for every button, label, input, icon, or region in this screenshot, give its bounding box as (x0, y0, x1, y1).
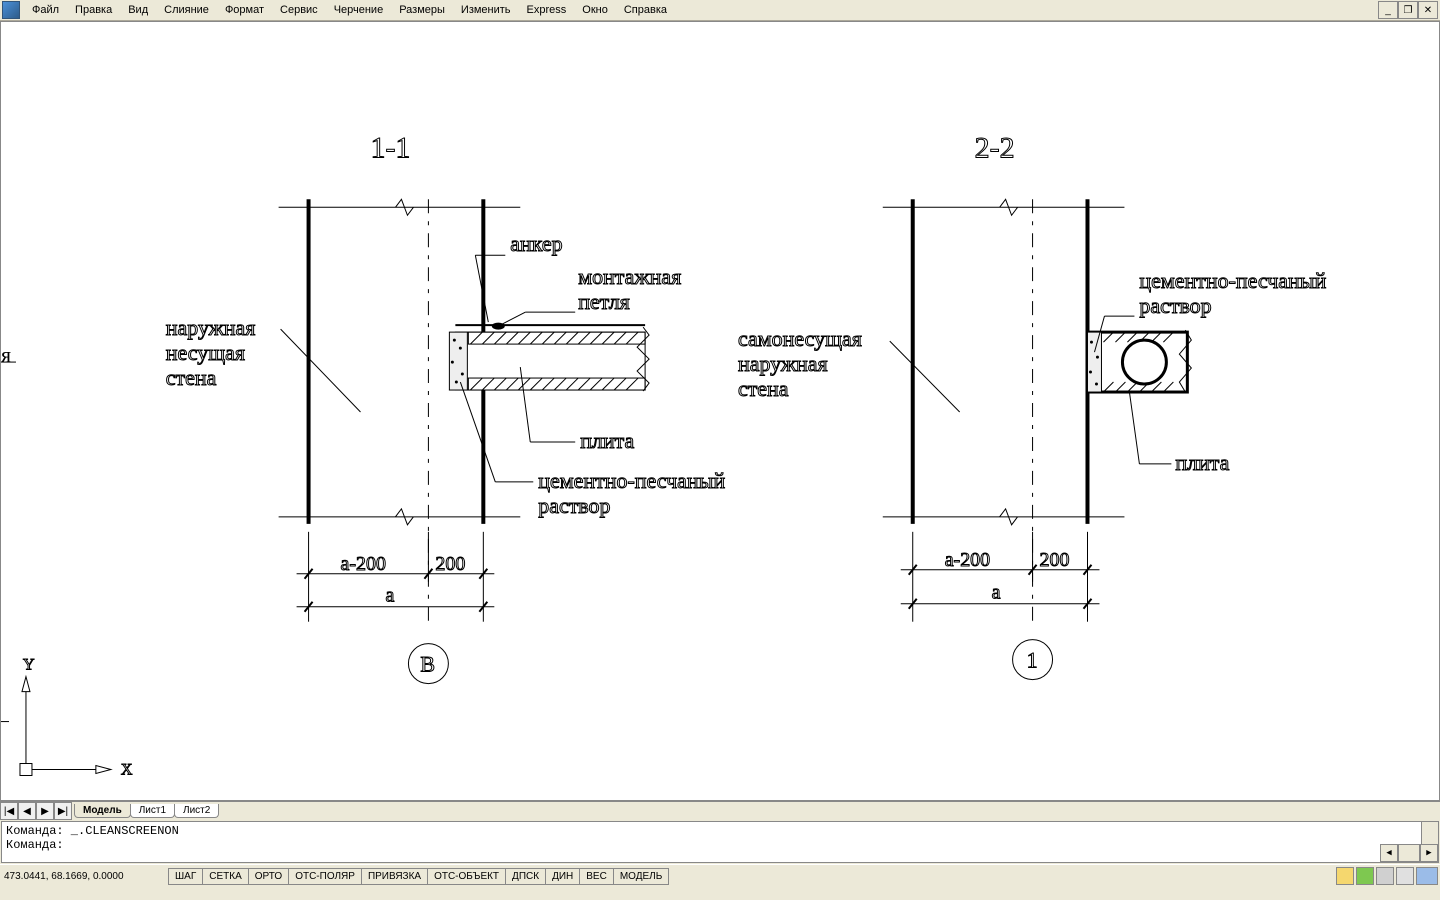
tab-nav-first[interactable]: |◀ (0, 802, 18, 820)
ucs-icon: Y X (1, 362, 133, 778)
menu-express[interactable]: Express (519, 2, 575, 18)
svg-text:наружная: наружная (738, 351, 828, 376)
svg-text:200: 200 (435, 553, 465, 575)
toggle-polar[interactable]: ОТС-ПОЛЯР (288, 868, 362, 885)
menu-merge[interactable]: Слияние (156, 2, 217, 18)
status-coordinates: 473.0441, 68.1669, 0.0000 (0, 869, 168, 884)
tab-sheet2[interactable]: Лист2 (174, 804, 219, 818)
tab-nav-prev[interactable]: ◀ (18, 802, 36, 820)
menu-bar: Файл Правка Вид Слияние Формат Сервис Че… (0, 0, 1440, 21)
svg-text:стена: стена (738, 376, 789, 401)
menu-tools[interactable]: Сервис (272, 2, 326, 18)
svg-text:а: а (992, 582, 1001, 604)
svg-text:а-200: а-200 (945, 549, 990, 571)
svg-text:X: X (121, 761, 133, 778)
command-history-line: Команда: _.CLEANSCREENON (6, 824, 1434, 838)
tray-lock-icon[interactable] (1396, 867, 1414, 885)
svg-text:наружная: наружная (166, 315, 256, 340)
section2-title: 2-2 (975, 131, 1015, 164)
tab-nav-next[interactable]: ▶ (36, 802, 54, 820)
command-scrollbar[interactable] (1421, 822, 1438, 844)
svg-text:плита: плита (1175, 450, 1229, 475)
menu-file[interactable]: Файл (24, 2, 67, 18)
toggle-otrack[interactable]: ОТС-ОБЪЕКТ (427, 868, 506, 885)
svg-text:петля: петля (578, 289, 630, 314)
section-1-1: 1-1 (166, 131, 726, 683)
svg-text:а-200: а-200 (341, 553, 386, 575)
svg-text:раствор: раствор (1139, 293, 1211, 318)
menu-draw[interactable]: Черчение (326, 2, 392, 18)
window-controls: _ ❐ ✕ (1378, 1, 1438, 19)
tray-icon-3[interactable] (1376, 867, 1394, 885)
app-icon (2, 1, 20, 19)
close-button[interactable]: ✕ (1418, 1, 1438, 19)
svg-text:1: 1 (1027, 648, 1038, 673)
svg-text:200: 200 (1040, 549, 1070, 571)
menu-window[interactable]: Окно (574, 2, 616, 18)
svg-text:стена: стена (166, 365, 217, 390)
svg-text:цементно-песчаный: цементно-песчаный (1139, 268, 1326, 293)
svg-text:В: В (420, 652, 435, 677)
section-2-2: 2-2 самонесущая нару (738, 131, 1327, 679)
svg-text:анкер: анкер (510, 231, 562, 256)
svg-text:несущая: несущая (166, 340, 245, 365)
toggle-lwt[interactable]: ВЕС (579, 868, 614, 885)
section1-title: 1-1 (370, 131, 410, 164)
menu-dimensions[interactable]: Размеры (391, 2, 453, 18)
tray-icon-1[interactable] (1336, 867, 1354, 885)
toggle-osnap[interactable]: ПРИВЯЗКА (361, 868, 428, 885)
menu-modify[interactable]: Изменить (453, 2, 519, 18)
toggle-ortho[interactable]: ОРТО (248, 868, 289, 885)
toggle-model[interactable]: МОДЕЛЬ (613, 868, 669, 885)
status-bar: 473.0441, 68.1669, 0.0000 ШАГ СЕТКА ОРТО… (0, 864, 1440, 887)
svg-text:монтажная: монтажная (578, 264, 681, 289)
tab-model[interactable]: Модель (74, 804, 131, 818)
svg-text:Y: Y (23, 657, 35, 674)
tab-sheet1[interactable]: Лист1 (130, 804, 175, 818)
tab-nav-last[interactable]: ▶| (54, 802, 72, 820)
command-line[interactable]: Команда: _.CLEANSCREENON Команда: ◀ ▶ (1, 821, 1439, 863)
menu-help[interactable]: Справка (616, 2, 675, 18)
toggle-ducs[interactable]: ДПСК (505, 868, 546, 885)
tray-cleanscreen-icon[interactable] (1416, 867, 1438, 885)
svg-text:а: а (385, 585, 394, 607)
toggle-dyn[interactable]: ДИН (545, 868, 580, 885)
svg-text:цементно-песчаный: цементно-песчаный (538, 468, 725, 493)
command-prompt[interactable]: Команда: (6, 838, 1434, 852)
menu-edit[interactable]: Правка (67, 2, 120, 18)
svg-text:самонесущая: самонесущая (738, 326, 862, 351)
svg-text:плита: плита (580, 428, 634, 453)
minimize-button[interactable]: _ (1378, 1, 1398, 19)
command-hscrollbar[interactable]: ◀ ▶ (1380, 844, 1438, 862)
toggle-snap[interactable]: ШАГ (168, 868, 203, 885)
toggle-grid[interactable]: СЕТКА (202, 868, 249, 885)
layout-tabs: |◀ ◀ ▶ ▶| Модель Лист1 Лист2 (0, 801, 1440, 820)
svg-text:раствор: раствор (538, 493, 610, 518)
menu-view[interactable]: Вид (120, 2, 156, 18)
restore-button[interactable]: ❐ (1398, 1, 1418, 19)
drawing-canvas[interactable]: Y X я 1-1 (0, 21, 1440, 801)
tray-icon-2[interactable] (1356, 867, 1374, 885)
cutoff-text: я (1, 342, 11, 367)
hscroll-track[interactable] (1398, 844, 1420, 862)
hscroll-left[interactable]: ◀ (1380, 844, 1398, 862)
menu-format[interactable]: Формат (217, 2, 272, 18)
hscroll-right[interactable]: ▶ (1420, 844, 1438, 862)
